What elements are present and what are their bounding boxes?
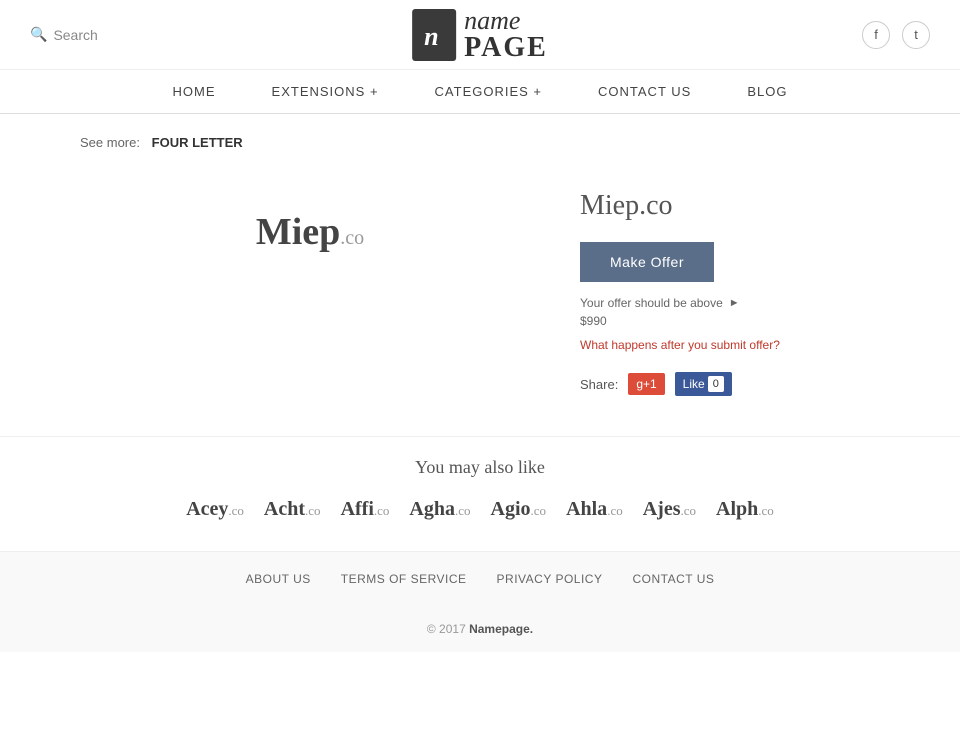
nav-categories[interactable]: CATEGORIES + [407,70,570,113]
domain-list-item[interactable]: Acht.co [264,498,321,521]
domain-list-item[interactable]: Alph.co [716,498,774,521]
domain-logo-area: Miep.co [80,190,540,396]
breadcrumb-value[interactable]: FOUR LETTER [152,135,243,150]
also-like-section: You may also like Acey.coAcht.coAffi.coA… [0,436,960,551]
logo-page: PAGE [464,34,548,62]
domain-item-tld: .co [531,503,547,518]
logo[interactable]: n name PAGE [412,8,548,62]
footer-copyright: © 2017 [427,622,466,636]
search-area: 🔍 Search [30,26,98,43]
main-nav: HOME EXTENSIONS + CATEGORIES + CONTACT U… [0,70,960,114]
main-content: Miep.co Miep.co Make Offer Your offer sh… [0,170,960,436]
social-links: f t [862,21,930,49]
breadcrumb: See more: FOUR LETTER [0,114,960,170]
domain-item-name: Ahla [566,498,607,520]
domain-logo-display: Miep.co [256,210,364,254]
header: 🔍 Search n name PAGE f t [0,0,960,70]
domain-item-name: Agio [491,498,531,520]
domain-title: Miep.co [580,190,880,222]
facebook-like-button[interactable]: Like 0 [675,372,732,396]
domain-item-tld: .co [305,503,321,518]
share-row: Share: g+1 Like 0 [580,372,880,396]
twitter-icon[interactable]: t [902,21,930,49]
domain-info-area: Miep.co Make Offer Your offer should be … [580,190,880,396]
domain-list-item[interactable]: Agha.co [409,498,470,521]
domain-item-tld: .co [455,503,471,518]
footer-bottom: © 2017 Namepage. [0,606,960,652]
nav-extensions[interactable]: EXTENSIONS + [244,70,407,113]
domain-list-item[interactable]: Ajes.co [643,498,696,521]
domain-list-item[interactable]: Acey.co [186,498,244,521]
footer-link-terms[interactable]: TERMS OF SERVICE [341,572,467,586]
domain-tld-display: .co [340,227,364,249]
gplus-label: g+1 [636,377,656,391]
domain-item-tld: .co [228,503,244,518]
footer-links: ABOUT US TERMS OF SERVICE PRIVACY POLICY CO… [0,551,960,606]
domain-item-name: Acht [264,498,305,520]
domain-item-tld: .co [374,503,390,518]
domain-item-name: Ajes [643,498,681,520]
search-label[interactable]: Search [53,27,97,43]
domain-item-name: Agha [409,498,455,520]
search-icon: 🔍 [30,26,47,43]
offer-arrow-icon: ► [729,297,740,309]
share-label: Share: [580,377,618,392]
domain-item-name: Acey [186,498,228,520]
footer-link-contact[interactable]: CONTACT US [632,572,714,586]
domain-item-tld: .co [607,503,623,518]
offer-price: $990 [580,314,880,328]
domain-list-item[interactable]: Agio.co [491,498,547,521]
facebook-icon[interactable]: f [862,21,890,49]
domain-item-tld: .co [758,503,774,518]
domain-name-display: Miep [256,211,340,253]
svg-text:n: n [424,22,438,51]
domain-list-item[interactable]: Ahla.co [566,498,623,521]
domain-item-name: Affi [341,498,374,520]
footer-link-privacy[interactable]: PRIVACY POLICY [497,572,603,586]
domain-list: Acey.coAcht.coAffi.coAgha.coAgio.coAhla.… [80,498,880,521]
offer-note-text: Your offer should be above [580,296,723,310]
logo-text: name PAGE [464,8,548,62]
what-happens-link[interactable]: What happens after you submit offer? [580,338,880,352]
nav-contact[interactable]: CONTACT US [570,70,719,113]
fb-count: 0 [708,376,724,392]
breadcrumb-prefix: See more: [80,135,140,150]
nav-home[interactable]: HOME [145,70,244,113]
offer-note: Your offer should be above ► [580,296,880,310]
domain-item-name: Alph [716,498,758,520]
make-offer-button[interactable]: Make Offer [580,242,714,282]
logo-name: name [464,8,548,34]
nav-blog[interactable]: BLOG [719,70,815,113]
also-like-title: You may also like [80,457,880,478]
domain-list-item[interactable]: Affi.co [341,498,390,521]
footer-link-about[interactable]: ABOUT US [246,572,311,586]
domain-item-tld: .co [680,503,696,518]
footer-brand[interactable]: Namepage. [469,622,533,636]
fb-like-label: Like [683,377,705,391]
logo-icon: n [412,9,456,61]
gplus-button[interactable]: g+1 [628,373,664,395]
